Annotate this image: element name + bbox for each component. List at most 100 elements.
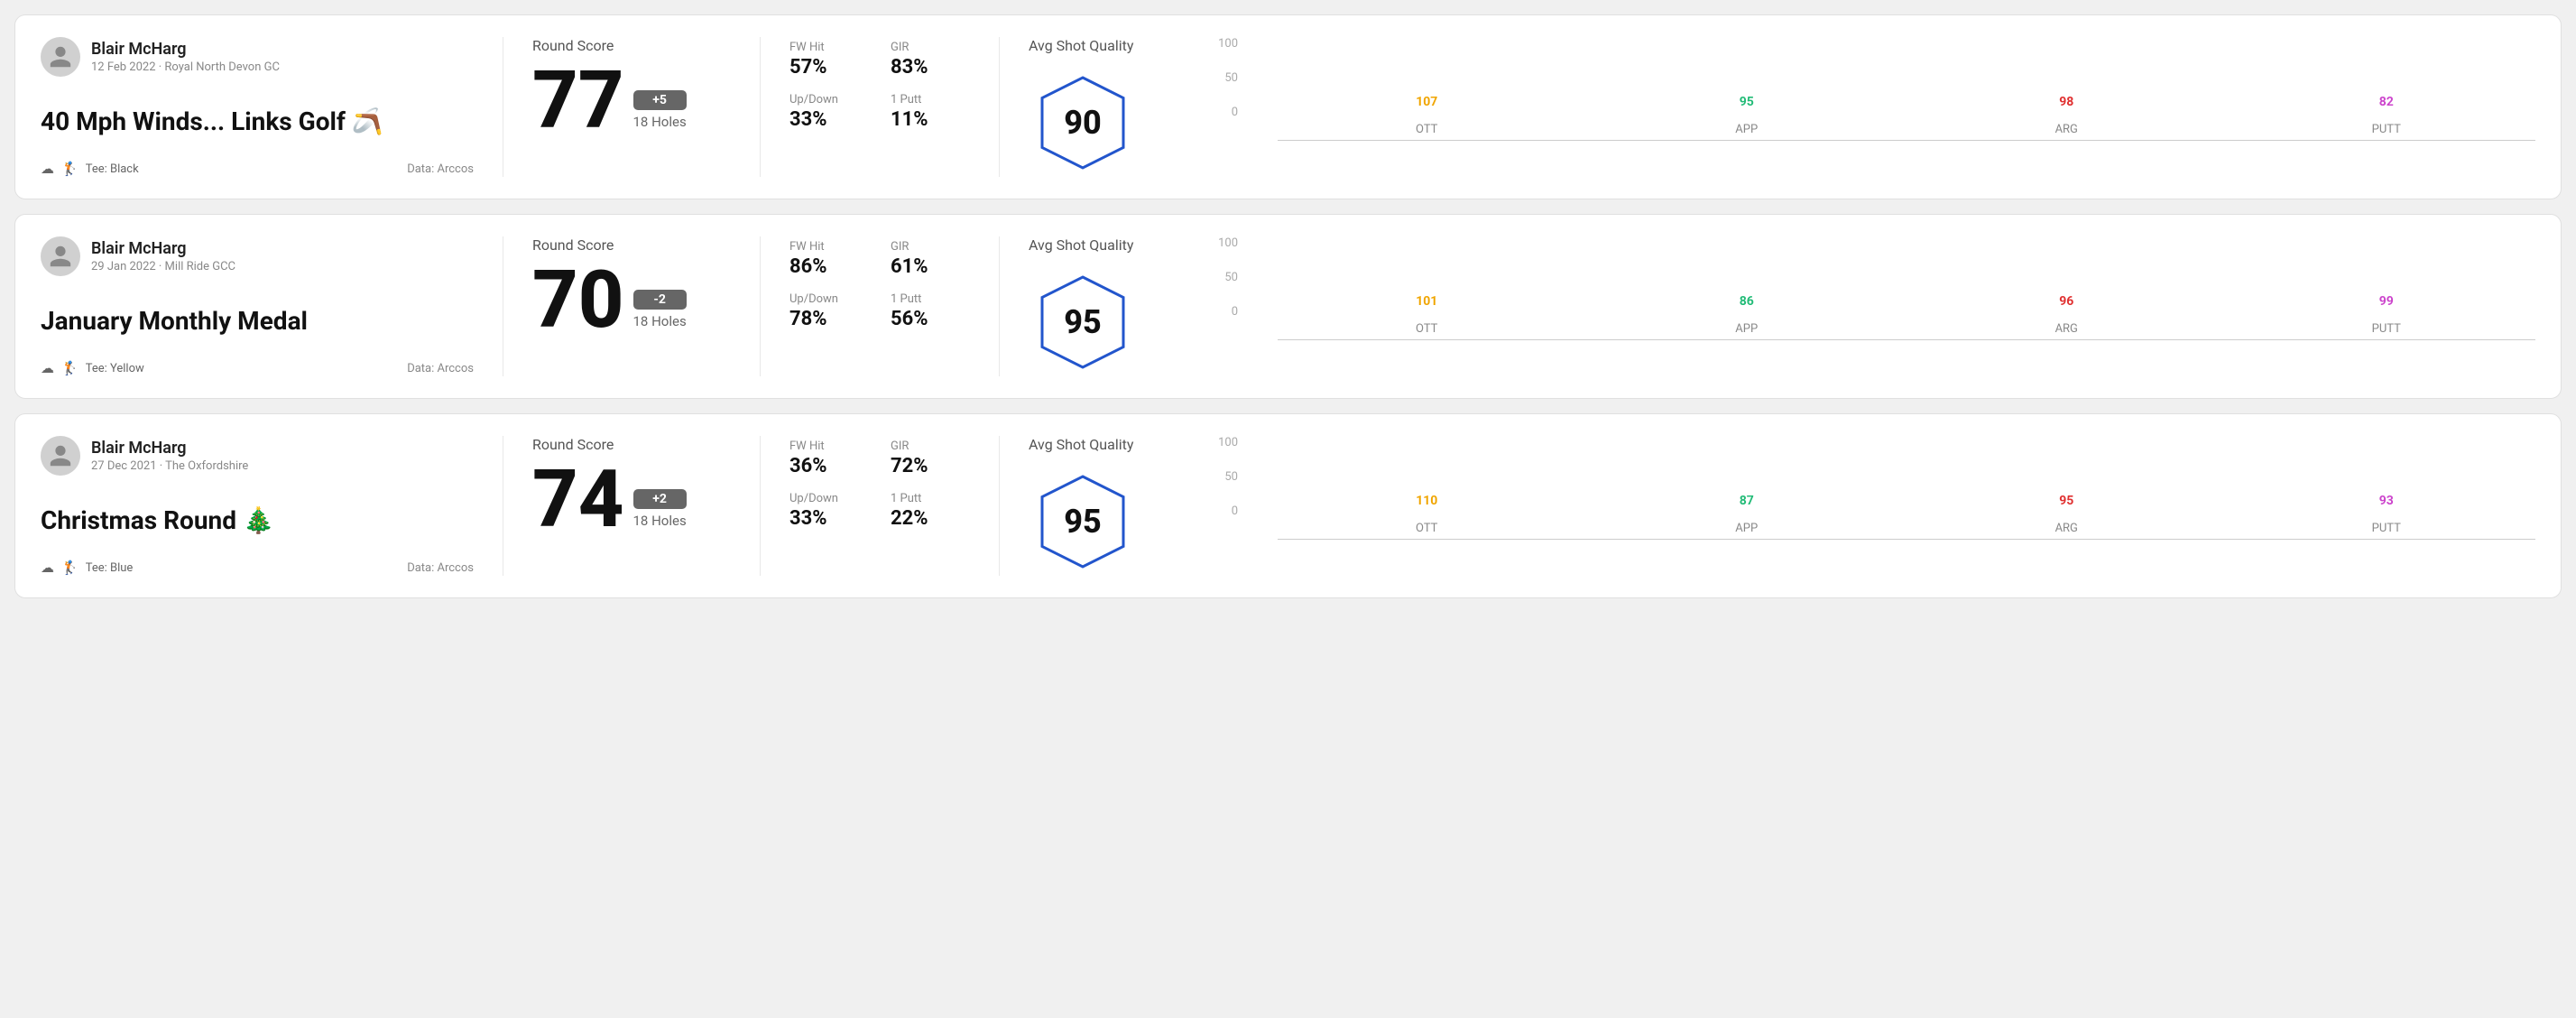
stats-grid: FW Hit36%GIR72%Up/Down33%1 Putt22%	[789, 440, 970, 530]
bar-group-arg: 95 ARG	[1917, 494, 2216, 535]
score-row: 74+218 Holes	[532, 460, 731, 540]
data-source: Data: Arccos	[407, 162, 474, 176]
stat-value-fw-hit: 86%	[789, 255, 869, 278]
hexagon-container: 90	[1029, 69, 1137, 177]
round-title: January Monthly Medal	[41, 306, 474, 336]
round-title: 40 Mph Winds... Links Golf 🪃	[41, 106, 474, 136]
bar-group-app: 86APP	[1598, 294, 1897, 336]
avg-quality-label: Avg Shot Quality	[1029, 236, 1133, 254]
y-label: 100	[1205, 436, 1238, 449]
stat-fw-hit: FW Hit36%	[789, 440, 869, 477]
stats-section: FW Hit86%GIR61%Up/Down78%1 Putt56%	[789, 236, 970, 376]
data-source: Data: Arccos	[407, 362, 474, 375]
stat-updown: Up/Down 78%	[789, 292, 869, 330]
y-label: 50	[1205, 271, 1238, 284]
bar-value-putt: 93	[2379, 494, 2394, 508]
stat-label-gir: GIR	[891, 440, 970, 453]
tee-info: ☁🏌Tee: YellowData: Arccos	[41, 360, 474, 376]
quality-section: Avg Shot Quality 90	[1029, 37, 1191, 177]
chart-outer: 100500101OTT86APP96ARG99PUTT	[1205, 236, 2535, 340]
quality-section: Avg Shot Quality 95	[1029, 236, 1191, 376]
quality-section: Avg Shot Quality 95	[1029, 436, 1191, 576]
divider-3	[999, 436, 1000, 576]
stat-value-updown: 78%	[789, 308, 869, 330]
round-score-label: Round Score	[532, 236, 731, 254]
stats-section: FW Hit36%GIR72%Up/Down33%1 Putt22%	[789, 436, 970, 576]
stat-gir: GIR83%	[891, 41, 970, 79]
chart-baseline	[1278, 140, 2535, 141]
hexagon-container: 95	[1029, 467, 1137, 576]
stat-oneputt: 1 Putt11%	[891, 93, 970, 131]
divider-2	[760, 236, 761, 376]
left-section: Blair McHarg12 Feb 2022 · Royal North De…	[41, 37, 474, 177]
chart-baseline	[1278, 539, 2535, 540]
bar-label-putt: PUTT	[2372, 322, 2401, 336]
bar-group-app: 95APP	[1598, 95, 1897, 136]
round-title: Christmas Round 🎄	[41, 505, 474, 535]
user-text: Blair McHarg29 Jan 2022 · Mill Ride GCC	[91, 239, 235, 273]
bar-value-ott: 110	[1416, 494, 1437, 508]
stat-label-gir: GIR	[891, 240, 970, 254]
score-section: Round Score70-218 Holes	[532, 236, 731, 376]
bar-label-app: APP	[1735, 322, 1758, 336]
chart-baseline	[1278, 339, 2535, 340]
chart-section: 100500101OTT86APP96ARG99PUTT	[1191, 236, 2535, 376]
stats-section: FW Hit57%GIR83%Up/Down33%1 Putt11%	[789, 37, 970, 177]
stat-value-gir: 72%	[891, 455, 970, 477]
holes-label: 18 Holes	[633, 313, 687, 329]
user-info: Blair McHarg27 Dec 2021 · The Oxfordshir…	[41, 436, 474, 476]
bar-group-arg: 98ARG	[1917, 95, 2216, 136]
holes-label: 18 Holes	[633, 513, 687, 529]
divider-2	[760, 37, 761, 177]
y-label: 0	[1205, 305, 1238, 319]
stat-label-updown: Up/Down	[789, 292, 869, 306]
divider-3	[999, 37, 1000, 177]
bar-value-putt: 99	[2379, 294, 2394, 309]
stat-value-updown: 33%	[789, 108, 869, 131]
chart-outer: 100500 110 OTT 87APP 95 ARG 93PUTT	[1205, 436, 2535, 540]
stat-label-oneputt: 1 Putt	[891, 93, 970, 106]
avatar	[41, 236, 80, 276]
stat-label-updown: Up/Down	[789, 492, 869, 505]
bar-group-putt: 93PUTT	[2238, 494, 2536, 535]
bar-value-ott: 107	[1416, 95, 1437, 109]
stat-value-oneputt: 22%	[891, 507, 970, 530]
bar-group-ott: 101OTT	[1278, 294, 1576, 336]
round-score-label: Round Score	[532, 436, 731, 453]
bar-label-ott: OTT	[1416, 522, 1437, 535]
bag-icon: 🏌	[61, 360, 78, 376]
user-text: Blair McHarg12 Feb 2022 · Royal North De…	[91, 40, 280, 74]
bar-chart: 110 OTT 87APP 95 ARG 93PUTT	[1242, 436, 2535, 535]
hexagon-container: 95	[1029, 268, 1137, 376]
avg-quality-label: Avg Shot Quality	[1029, 436, 1133, 453]
y-labels: 100500	[1205, 236, 1238, 319]
hexagon: 90	[1033, 73, 1132, 172]
score-badge-col: +518 Holes	[633, 90, 687, 141]
divider-2	[760, 436, 761, 576]
user-name: Blair McHarg	[91, 239, 235, 258]
stat-oneputt: 1 Putt56%	[891, 292, 970, 330]
bar-group-putt: 99 PUTT	[2238, 294, 2536, 336]
bar-label-putt: PUTT	[2372, 123, 2401, 136]
left-section: Blair McHarg29 Jan 2022 · Mill Ride GCC J…	[41, 236, 474, 376]
bar-label-arg: ARG	[2055, 522, 2078, 535]
user-meta: 12 Feb 2022 · Royal North Devon GC	[91, 60, 280, 74]
bar-value-arg: 95	[2059, 494, 2073, 508]
bar-chart: 107OTT95APP98ARG82PUTT	[1242, 37, 2535, 136]
bar-value-app: 87	[1740, 494, 1754, 508]
avatar	[41, 37, 80, 77]
bar-value-arg: 96	[2059, 294, 2073, 309]
y-labels: 100500	[1205, 436, 1238, 518]
avatar	[41, 436, 80, 476]
chart-outer: 100500107OTT95APP98ARG82PUTT	[1205, 37, 2535, 141]
quality-score: 95	[1064, 503, 1102, 541]
score-number: 70	[532, 261, 624, 340]
bar-group-app: 87APP	[1598, 494, 1897, 535]
score-number: 74	[532, 460, 624, 540]
user-info: Blair McHarg12 Feb 2022 · Royal North De…	[41, 37, 474, 77]
user-name: Blair McHarg	[91, 40, 280, 59]
hexagon: 95	[1033, 273, 1132, 372]
tee-text: Tee: Yellow	[86, 362, 144, 375]
stat-value-gir: 61%	[891, 255, 970, 278]
bar-group-putt: 82PUTT	[2238, 95, 2536, 136]
